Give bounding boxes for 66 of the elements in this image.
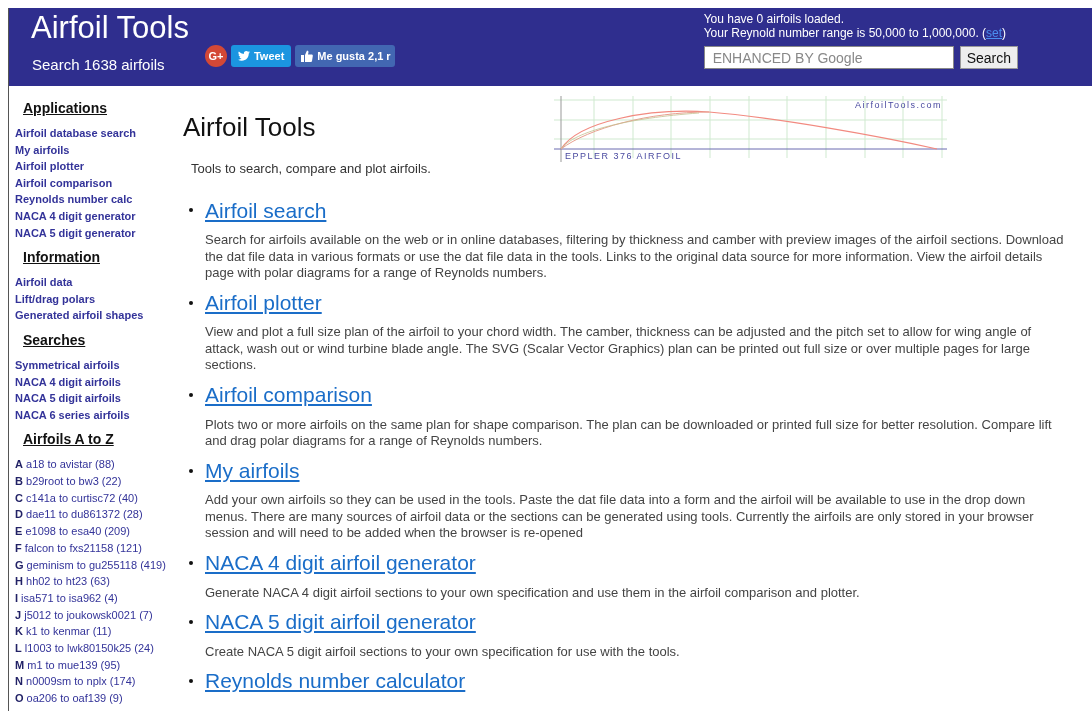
sidebar-link[interactable]: F falcon to fxs21158 (121)	[15, 539, 169, 557]
sidebar-link[interactable]: NACA 5 digit generator	[15, 224, 169, 242]
sidebar-link[interactable]: Airfoil data	[15, 274, 169, 291]
section-description: Search for airfoils available on the web or in online databases, filtering by thickness and camber with preview images of the airfoil sections. Download the dat file data in various formats or use the dat file data in the tools. Links to the original data source for more information. View the airfoil details page with polar diagrams for a range of Reynolds numbers.	[205, 232, 1065, 282]
sidebar-link[interactable]: Airfoil comparison	[15, 174, 169, 192]
sidebar-link[interactable]: NACA 4 digit generator	[15, 207, 169, 225]
bullet-icon	[189, 300, 193, 305]
bullet-icon	[189, 468, 193, 473]
section-description: Generate NACA 4 digit airfoil sections to your own specification and use them in the airfoil comparison and plotter.	[205, 584, 861, 602]
sidebar-link[interactable]: My airfoils	[15, 141, 169, 159]
sidebar-link[interactable]: Generated airfoil shapes	[15, 307, 169, 324]
bullet-icon	[189, 208, 193, 213]
sidebar-link[interactable]: J j5012 to joukowsk0021 (7)	[15, 606, 169, 624]
sidebar-link[interactable]: Lift/drag polars	[15, 290, 169, 308]
sidebar-link[interactable]: NACA 4 digit airfoils	[15, 373, 169, 391]
intro-text: Tools to search, compare and plot airfoils.	[191, 160, 431, 178]
sidebar-link[interactable]: NACA 6 series airfoils	[15, 406, 169, 424]
section-link[interactable]: NACA 5 digit airfoil generator	[205, 606, 476, 638]
section-link[interactable]: My airfoils	[205, 454, 300, 487]
reynolds-text: Your Reynold number range is 50,000 to 1,000,000. (set)	[703, 26, 1008, 40]
search-button[interactable]: Search	[959, 46, 1018, 69]
bullet-icon	[189, 619, 193, 624]
section-link[interactable]: Reynolds number calculator	[205, 665, 466, 697]
sidebar-link[interactable]: O oa206 to oaf139 (9)	[15, 690, 169, 707]
sidebar-link[interactable]: E e1098 to esa40 (209)	[15, 523, 169, 540]
sidebar-heading: Searches	[23, 330, 86, 350]
search-field[interactable]: ENHANCED BY Google	[703, 46, 954, 69]
like-button[interactable]: Me gusta 2,1 r	[295, 44, 395, 68]
sidebar-link[interactable]: C c141a to curtisc72 (40)	[15, 489, 169, 507]
sidebar-link[interactable]: H hh02 to ht23 (63)	[15, 573, 169, 590]
section-link[interactable]: Airfoil comparison	[205, 379, 372, 411]
thumbs-up-icon	[301, 50, 314, 62]
sidebar-link[interactable]: B b29root to bw3 (22)	[15, 473, 169, 490]
page-title: Airfoil Tools	[183, 111, 317, 144]
status-text: You have 0 airfoils loaded.	[703, 12, 845, 26]
site-subtitle: Search 1638 airfoils	[32, 55, 166, 75]
section-description: Create NACA 5 digit airfoil sections to your own specification for use with the tools.	[205, 643, 681, 661]
sidebar-link[interactable]: Reynolds number calc	[15, 191, 169, 208]
bullet-icon	[189, 560, 193, 565]
sidebar-link[interactable]: I isa571 to isa962 (4)	[15, 589, 169, 607]
sidebar-link[interactable]: M m1 to mue139 (95)	[15, 656, 169, 674]
sidebar-link[interactable]: D dae11 to du861372 (28)	[15, 506, 169, 524]
section-link[interactable]: Airfoil search	[205, 194, 327, 226]
sidebar-link[interactable]: NACA 5 digit airfoils	[15, 390, 169, 407]
sidebar-link[interactable]: Symmetrical airfoils	[15, 356, 169, 374]
section-description: Plots two or more airfoils on the same plan for shape comparison. The plan can be downloaded or printed full size for better resolution. Compare lift and drag polar diagrams for a range of Reynolds numbers.	[205, 416, 1053, 450]
sidebar-link[interactable]: A a18 to avistar (88)	[15, 456, 169, 473]
sidebar-link[interactable]: L l1003 to lwk80150k25 (24)	[15, 640, 169, 657]
section-link[interactable]: Airfoil plotter	[205, 286, 322, 319]
sidebar-link[interactable]: K k1 to kenmar (11)	[15, 623, 169, 641]
bullet-icon	[189, 678, 193, 683]
sidebar-link[interactable]: Airfoil plotter	[15, 158, 169, 175]
section-description: Add your own airfoils so they can be used in the tools. Paste the dat file data into a form and the airfoil will be available to use in the drop down menus. There are many sources of airfoil data or the sections can be generated using tools. Currently the airfoils are only stored in your browser session and will need to be added when the browser is re-opened	[205, 492, 1035, 543]
site-title[interactable]: Airfoil Tools	[31, 10, 189, 46]
sidebar-link[interactable]: G geminism to gu255118 (419)	[15, 556, 169, 574]
bird-icon	[237, 51, 250, 61]
section-description: View and plot a full size plan of the airfoil to your chord width. The camber, thickness can be adjusted and the pitch set to allow for wing angle of attack, wash out or wind turbine blade angle. The SVG (Scalar Vector Graphics) plan can be printed out full size or over multiple pages for large sections.	[205, 324, 1033, 375]
sidebar-heading: Information	[23, 248, 100, 268]
bullet-icon	[189, 392, 193, 397]
airfoil-plot: AirfoilTools.com EPPLER 376 AIRFOIL	[548, 96, 949, 162]
google-plus-button[interactable]: G+	[204, 45, 227, 67]
sidebar-heading: Applications	[23, 99, 107, 118]
section-link[interactable]: NACA 4 digit airfoil generator	[205, 547, 476, 579]
sidebar-heading: Airfoils A to Z	[23, 430, 114, 450]
sidebar-link[interactable]: Airfoil database search	[15, 125, 169, 142]
sidebar-link[interactable]: N n0009sm to nplx (174)	[15, 673, 169, 691]
